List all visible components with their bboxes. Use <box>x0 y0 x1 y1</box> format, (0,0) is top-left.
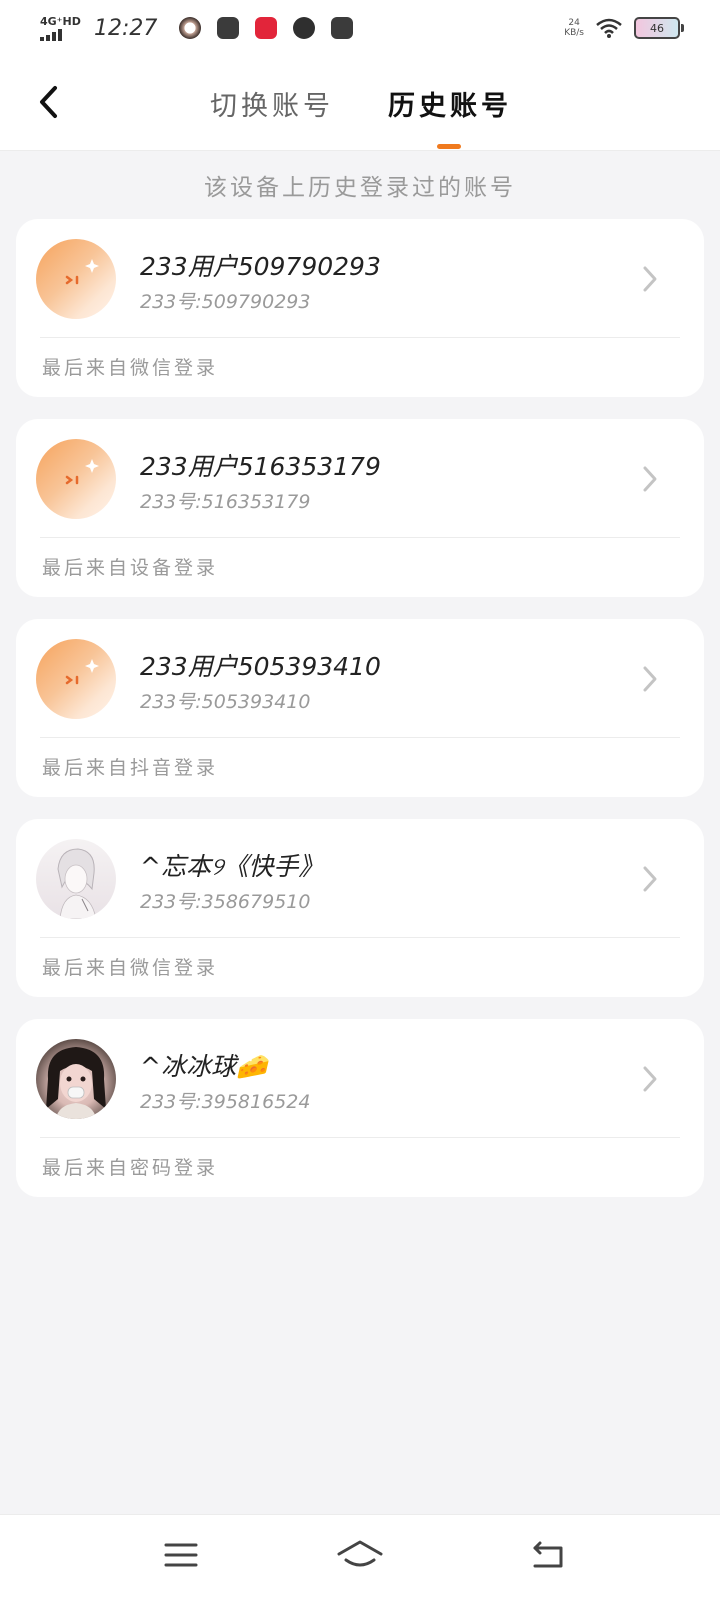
account-name: 233用户516353179 <box>140 452 381 481</box>
avatar <box>36 1039 116 1119</box>
chevron-right-icon <box>643 866 657 892</box>
account-id: 233号:509790293 <box>140 291 311 313</box>
back-icon <box>533 1541 563 1568</box>
speed-unit: KB/s <box>564 28 584 38</box>
active-tab-indicator <box>437 144 461 149</box>
divider <box>40 537 680 538</box>
chevron-right-icon <box>643 266 657 292</box>
account-card[interactable]: ^冰冰球🧀 233号:395816524 最后来自密码登录 <box>16 1019 704 1197</box>
header: 切换账号 历史账号 <box>0 56 720 151</box>
menu-icon <box>164 1543 198 1567</box>
speed-value: 24 <box>568 18 580 28</box>
account-id: 233号:516353179 <box>140 491 311 513</box>
account-id: 233号:395816524 <box>140 1091 311 1113</box>
account-name: 233用户509790293 <box>140 252 381 281</box>
default-avatar-icon <box>65 259 99 285</box>
chevron-right-icon <box>643 666 657 692</box>
account-id: 233号:505393410 <box>140 691 311 713</box>
login-source: 最后来自微信登录 <box>42 957 219 979</box>
network-speed: 24 KB/s <box>564 18 584 38</box>
system-back-button[interactable] <box>524 1535 574 1575</box>
network-indicator: 4G⁺HD <box>40 14 81 41</box>
anime-avatar-image <box>57 848 97 919</box>
chevron-left-icon <box>40 86 57 118</box>
girl-avatar-image <box>46 1047 106 1119</box>
tab-history-account[interactable]: 历史账号 <box>388 84 512 123</box>
recent-apps-button[interactable] <box>156 1535 206 1575</box>
mail-app-icon <box>217 17 240 39</box>
home-button[interactable] <box>335 1535 385 1575</box>
system-nav-bar <box>0 1514 720 1600</box>
login-source: 最后来自抖音登录 <box>42 757 219 779</box>
account-id: 233号:358679510 <box>140 891 311 913</box>
default-avatar-icon <box>65 659 99 685</box>
signal-icon <box>40 28 62 41</box>
account-card[interactable]: 233用户516353179 233号:516353179 最后来自设备登录 <box>16 419 704 597</box>
chevron-right-icon <box>643 466 657 492</box>
divider <box>40 937 680 938</box>
avatar-notification-icon <box>179 17 202 39</box>
account-name: ^冰冰球🧀 <box>140 1052 268 1081</box>
tab-switch-account[interactable]: 切换账号 <box>210 84 334 123</box>
default-avatar-icon <box>65 459 99 485</box>
chevron-right-icon <box>643 1066 657 1092</box>
battery-icon: 46 <box>634 17 684 39</box>
account-name: 233用户505393410 <box>140 652 381 681</box>
clock: 12:27 <box>94 15 158 41</box>
login-source: 最后来自密码登录 <box>42 1157 219 1179</box>
login-source: 最后来自微信登录 <box>42 357 219 379</box>
account-card[interactable]: 233用户505393410 233号:505393410 最后来自抖音登录 <box>16 619 704 797</box>
divider <box>40 1137 680 1138</box>
status-right: 24 KB/s 46 <box>564 17 684 39</box>
network-label: 4G⁺HD <box>40 14 81 28</box>
avatar <box>36 839 116 919</box>
divider <box>40 737 680 738</box>
link-app-icon <box>293 17 316 39</box>
divider <box>40 337 680 338</box>
login-source: 最后来自设备登录 <box>42 557 219 579</box>
back-button[interactable] <box>30 80 66 124</box>
account-name: ^忘本୨《快手》 <box>140 852 324 881</box>
avatar <box>36 439 116 519</box>
battery-level: 46 <box>650 21 664 35</box>
status-left: 4G⁺HD 12:27 <box>40 14 354 41</box>
wallet-app-icon <box>331 17 354 39</box>
red-app-icon <box>255 17 278 39</box>
wifi-icon <box>596 18 622 38</box>
status-bar: 4G⁺HD 12:27 24 KB/s 46 <box>0 0 720 56</box>
avatar <box>36 239 116 319</box>
page-subtitle: 该设备上历史登录过的账号 <box>204 175 516 201</box>
home-icon <box>337 1540 383 1567</box>
account-card[interactable]: ^忘本୨《快手》 233号:358679510 最后来自微信登录 <box>16 819 704 997</box>
avatar <box>36 639 116 719</box>
account-card[interactable]: 233用户509790293 233号:509790293 最后来自微信登录 <box>16 219 704 397</box>
